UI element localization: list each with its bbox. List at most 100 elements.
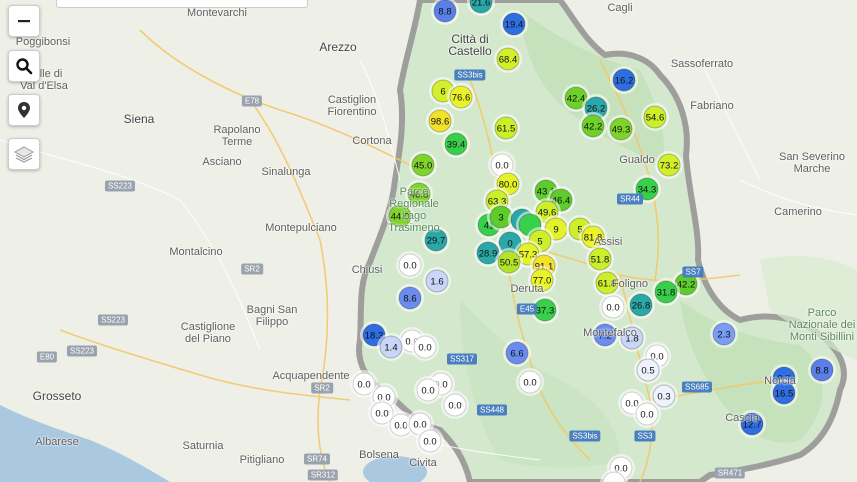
- marker-value: 0.0: [423, 437, 436, 448]
- marker-value: 6: [440, 87, 445, 98]
- marker-value: 68.4: [499, 55, 518, 66]
- rain-station-marker[interactable]: 0.0: [633, 400, 661, 428]
- rain-station-marker[interactable]: 68.4: [494, 45, 522, 73]
- marker-value: 31.8: [657, 288, 676, 299]
- road-shield: SS3: [634, 430, 656, 442]
- road-shield: SS3bis: [569, 430, 601, 442]
- place-label: Grosseto: [32, 389, 82, 403]
- rain-station-marker[interactable]: 0.0: [416, 427, 444, 455]
- place-label: Foligno: [611, 278, 649, 290]
- place-label: Saturnia: [182, 440, 224, 452]
- rain-station-marker[interactable]: 8.8: [808, 356, 836, 384]
- search-button[interactable]: [8, 50, 40, 82]
- marker-value: 61.5: [497, 124, 516, 135]
- rain-station-marker[interactable]: 73.2: [655, 151, 683, 179]
- marker-value: 16.5: [775, 389, 794, 400]
- marker-value: 2.3: [717, 330, 730, 341]
- place-label: Cagli: [607, 2, 633, 14]
- rain-station-marker[interactable]: 1.6: [423, 267, 451, 295]
- marker-value: 0.0: [394, 421, 407, 432]
- rain-station-marker[interactable]: 51.8: [586, 245, 614, 273]
- place-label: Pitigliano: [239, 454, 285, 466]
- place-label: Bolsena: [359, 449, 399, 461]
- place-label: Civita: [409, 457, 437, 469]
- layers-button[interactable]: [8, 138, 40, 170]
- rain-station-marker[interactable]: 8.6: [396, 284, 424, 312]
- place-label: Cortona: [352, 135, 392, 147]
- marker-value: 0.0: [421, 386, 434, 397]
- marker-value: 73.2: [660, 161, 679, 172]
- rain-station-marker[interactable]: 98.6: [426, 107, 454, 135]
- place-label: Siena: [123, 112, 155, 126]
- place-label: Albarese: [35, 436, 79, 448]
- place-label: Norcia: [764, 375, 796, 387]
- place-label: Gualdo: [619, 154, 655, 166]
- rain-station-marker[interactable]: 54.6: [641, 103, 669, 131]
- rain-station-marker[interactable]: 45.0: [409, 151, 437, 179]
- rain-station-marker[interactable]: 61.5: [492, 114, 520, 142]
- rain-station-marker[interactable]: 31.8: [652, 278, 680, 306]
- rain-station-marker[interactable]: 0.0: [516, 368, 544, 396]
- marker-value: 98.6: [431, 117, 450, 128]
- road-shield: SR312: [307, 469, 339, 481]
- place-label: Castiglion Fiorentino: [327, 94, 377, 118]
- marker-value: 0.0: [640, 410, 653, 421]
- road-shield: E45: [516, 303, 538, 315]
- rain-station-marker[interactable]: 19.4: [500, 10, 528, 38]
- zoom-out-button[interactable]: [8, 5, 40, 37]
- marker-value: 29.7: [427, 236, 446, 247]
- map-pin-icon: [18, 102, 30, 118]
- marker-value: 54.6: [646, 113, 665, 124]
- rain-station-marker[interactable]: 49.3: [607, 115, 635, 143]
- road-shield: SR44: [616, 193, 644, 205]
- marker-value: 37.3: [536, 306, 555, 317]
- marker-value: 8.6: [403, 294, 416, 305]
- place-label: Montalcino: [169, 246, 223, 258]
- place-label: Montepulciano: [265, 222, 337, 234]
- top-search-bar[interactable]: [56, 0, 308, 8]
- road-shield: SR2: [311, 382, 333, 394]
- marker-value: 42.4: [567, 94, 586, 105]
- rain-station-marker[interactable]: 26.8: [627, 291, 655, 319]
- place-label: Rapolano Terme: [213, 124, 261, 148]
- rain-station-marker[interactable]: 0.0: [441, 391, 469, 419]
- marker-value: 16.2: [615, 76, 634, 87]
- road-shield: SR2: [241, 263, 263, 275]
- place-label: Assisi: [593, 236, 623, 248]
- minus-icon: [18, 20, 30, 23]
- rain-station-marker[interactable]: 16.2: [610, 66, 638, 94]
- rain-station-marker[interactable]: 50.5: [495, 248, 523, 276]
- rain-station-marker[interactable]: 0.0: [599, 293, 627, 321]
- road-shield: SR471: [714, 467, 746, 479]
- rain-station-marker[interactable]: 39.4: [442, 130, 470, 158]
- place-label: Chiusi: [351, 264, 383, 276]
- locate-button[interactable]: [8, 94, 40, 126]
- rain-station-marker[interactable]: 2.3: [710, 320, 738, 348]
- marker-value: 9: [553, 225, 558, 236]
- marker-value: 76.6: [452, 93, 471, 104]
- road-shield: SS7: [682, 266, 704, 278]
- rain-station-marker[interactable]: 42.2: [579, 112, 607, 140]
- rain-station-marker[interactable]: 1.4: [377, 333, 405, 361]
- rain-station-marker[interactable]: 0.0: [414, 376, 442, 404]
- place-label: Sassoferrato: [670, 58, 734, 70]
- marker-value: 8.8: [815, 366, 828, 377]
- marker-value: 3: [498, 213, 503, 224]
- layers-icon: [14, 146, 34, 163]
- place-label: Cascia: [725, 412, 759, 424]
- place-label: Poggibonsi: [15, 36, 71, 48]
- marker-value: 51.8: [591, 255, 610, 266]
- marker-value: 28.9: [479, 249, 498, 260]
- rain-station-marker[interactable]: 0.0: [411, 333, 439, 361]
- rain-station-marker[interactable]: 76.6: [447, 83, 475, 111]
- marker-value: 19.4: [505, 20, 524, 31]
- rain-station-marker[interactable]: 6.6: [503, 339, 531, 367]
- rain-station-marker[interactable]: 0.5: [634, 356, 662, 384]
- place-label: Camerino: [774, 206, 822, 218]
- road-shield: SS223: [104, 180, 136, 192]
- search-icon: [16, 58, 33, 75]
- road-shield: SS448: [476, 404, 508, 416]
- marker-value: 0.0: [606, 303, 619, 314]
- rain-station-marker[interactable]: 0.0: [396, 251, 424, 279]
- map-canvas[interactable]: 21.68.819.468.416.2676.6 42.426.254.698.6…: [0, 0, 857, 482]
